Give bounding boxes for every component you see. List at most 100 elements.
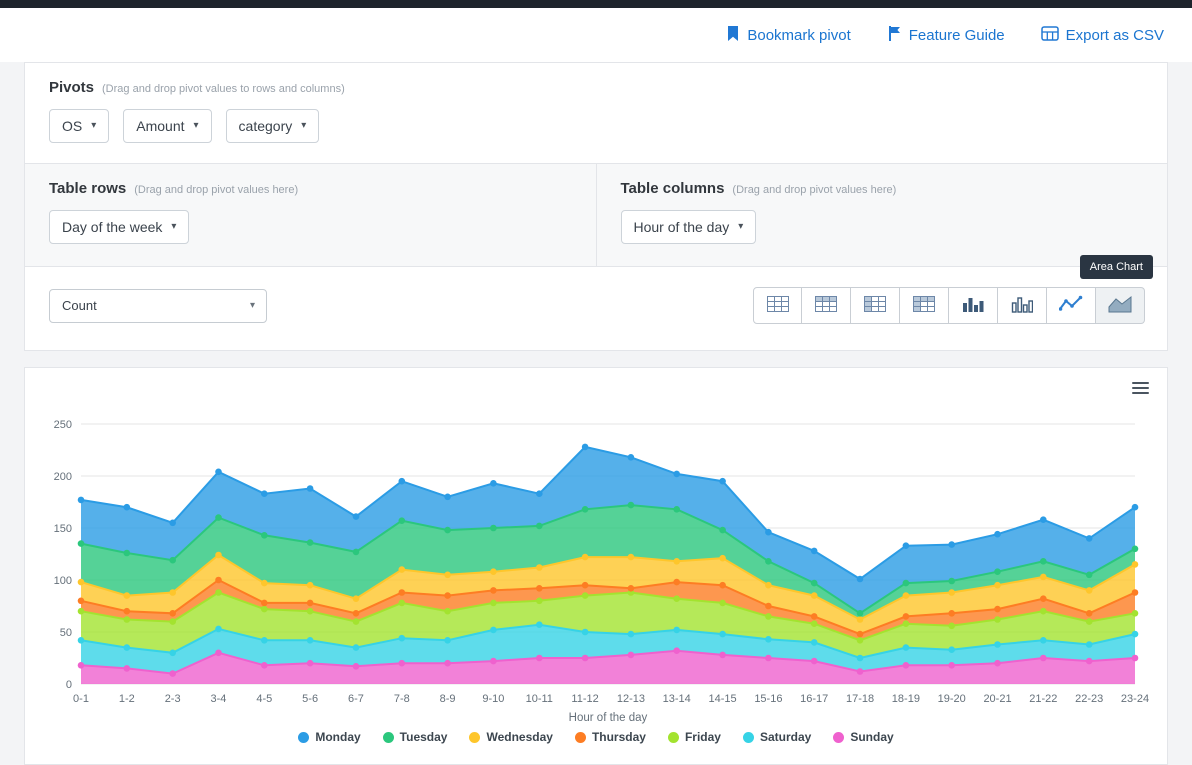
- data-point-marker[interactable]: [627, 585, 635, 592]
- data-point-marker[interactable]: [169, 589, 176, 596]
- data-point-marker[interactable]: [77, 496, 85, 504]
- data-point-marker[interactable]: [215, 649, 222, 657]
- data-point-marker[interactable]: [994, 641, 1001, 648]
- data-point-marker[interactable]: [994, 581, 1001, 589]
- data-point-marker[interactable]: [490, 599, 497, 607]
- data-point-marker[interactable]: [719, 651, 726, 659]
- table-rows-field-dropdown[interactable]: Day of the week ▾: [49, 210, 190, 244]
- data-point-marker[interactable]: [902, 644, 910, 651]
- data-point-marker[interactable]: [444, 637, 451, 644]
- data-point-marker[interactable]: [856, 616, 864, 623]
- data-point-marker[interactable]: [490, 657, 497, 665]
- data-point-marker[interactable]: [352, 548, 360, 556]
- data-point-marker[interactable]: [1131, 545, 1139, 553]
- data-point-marker[interactable]: [673, 595, 680, 602]
- view-bar-chart-button[interactable]: [949, 287, 998, 324]
- data-point-marker[interactable]: [444, 607, 451, 615]
- view-line-chart-button[interactable]: [1047, 287, 1096, 324]
- data-point-marker[interactable]: [306, 581, 314, 589]
- data-point-marker[interactable]: [536, 621, 543, 628]
- data-point-marker[interactable]: [490, 626, 497, 634]
- data-point-marker[interactable]: [215, 625, 222, 633]
- data-point-marker[interactable]: [810, 657, 818, 665]
- data-point-marker[interactable]: [1040, 607, 1047, 615]
- data-point-marker[interactable]: [948, 646, 955, 653]
- data-point-marker[interactable]: [765, 636, 772, 643]
- data-point-marker[interactable]: [581, 592, 589, 599]
- data-point-marker[interactable]: [948, 541, 955, 548]
- data-point-marker[interactable]: [902, 662, 910, 669]
- view-column-chart-button[interactable]: [998, 287, 1047, 324]
- data-point-marker[interactable]: [444, 571, 451, 579]
- data-point-marker[interactable]: [1040, 637, 1047, 644]
- data-point-marker[interactable]: [1085, 535, 1093, 542]
- data-point-marker[interactable]: [627, 501, 635, 509]
- bookmark-pivot-link[interactable]: Bookmark pivot: [726, 25, 851, 46]
- data-point-marker[interactable]: [1040, 516, 1047, 523]
- data-point-marker[interactable]: [77, 637, 85, 644]
- data-point-marker[interactable]: [627, 454, 635, 461]
- data-point-marker[interactable]: [994, 659, 1001, 667]
- data-point-marker[interactable]: [1085, 587, 1093, 594]
- data-point-marker[interactable]: [444, 592, 451, 599]
- data-point-marker[interactable]: [77, 578, 85, 586]
- data-point-marker[interactable]: [398, 517, 406, 524]
- data-point-marker[interactable]: [948, 662, 955, 669]
- data-point-marker[interactable]: [261, 532, 268, 539]
- data-point-marker[interactable]: [352, 610, 360, 617]
- data-point-marker[interactable]: [215, 514, 222, 521]
- data-point-marker[interactable]: [398, 599, 406, 607]
- data-point-marker[interactable]: [352, 618, 360, 625]
- data-point-marker[interactable]: [856, 637, 864, 644]
- export-as-csv-link[interactable]: Export as CSV: [1040, 25, 1164, 45]
- view-table-button[interactable]: [753, 287, 802, 324]
- data-point-marker[interactable]: [1131, 654, 1139, 662]
- data-point-marker[interactable]: [123, 616, 131, 623]
- legend-item-sunday[interactable]: Sunday: [833, 730, 894, 744]
- data-point-marker[interactable]: [1085, 571, 1093, 579]
- data-point-marker[interactable]: [398, 477, 406, 485]
- data-point-marker[interactable]: [902, 579, 910, 587]
- data-point-marker[interactable]: [1040, 573, 1047, 581]
- data-point-marker[interactable]: [856, 575, 864, 583]
- data-point-marker[interactable]: [1085, 618, 1093, 625]
- data-point-marker[interactable]: [948, 622, 955, 630]
- data-point-marker[interactable]: [673, 558, 680, 565]
- data-point-marker[interactable]: [536, 490, 543, 497]
- data-point-marker[interactable]: [352, 595, 360, 602]
- table-columns-field-dropdown[interactable]: Hour of the day ▾: [620, 210, 757, 244]
- data-point-marker[interactable]: [1131, 561, 1139, 568]
- legend-item-monday[interactable]: Monday: [298, 730, 361, 744]
- data-point-marker[interactable]: [490, 524, 497, 532]
- data-point-marker[interactable]: [765, 654, 772, 662]
- data-point-marker[interactable]: [673, 626, 680, 634]
- data-point-marker[interactable]: [948, 589, 955, 596]
- feature-guide-link[interactable]: Feature Guide: [887, 25, 1005, 46]
- data-point-marker[interactable]: [902, 592, 910, 599]
- data-point-marker[interactable]: [77, 597, 85, 605]
- data-point-marker[interactable]: [902, 620, 910, 627]
- data-point-marker[interactable]: [123, 607, 131, 615]
- data-point-marker[interactable]: [169, 649, 176, 657]
- data-point-marker[interactable]: [123, 644, 131, 651]
- data-point-marker[interactable]: [902, 613, 910, 620]
- data-point-marker[interactable]: [215, 576, 222, 584]
- data-point-marker[interactable]: [169, 618, 176, 625]
- data-point-marker[interactable]: [306, 607, 314, 615]
- view-table-row-heatmap-button[interactable]: [851, 287, 900, 324]
- pivot-field-category[interactable]: category ▾: [225, 109, 320, 143]
- data-point-marker[interactable]: [261, 599, 268, 607]
- data-point-marker[interactable]: [169, 556, 176, 564]
- data-point-marker[interactable]: [169, 670, 176, 677]
- data-point-marker[interactable]: [123, 592, 131, 599]
- data-point-marker[interactable]: [719, 581, 726, 589]
- data-point-marker[interactable]: [719, 526, 726, 534]
- data-point-marker[interactable]: [810, 639, 818, 646]
- data-point-marker[interactable]: [765, 581, 772, 589]
- data-point-marker[interactable]: [581, 628, 589, 636]
- data-point-marker[interactable]: [719, 630, 726, 638]
- data-point-marker[interactable]: [77, 662, 85, 669]
- data-point-marker[interactable]: [994, 605, 1001, 613]
- data-point-marker[interactable]: [215, 551, 222, 559]
- data-point-marker[interactable]: [673, 506, 680, 513]
